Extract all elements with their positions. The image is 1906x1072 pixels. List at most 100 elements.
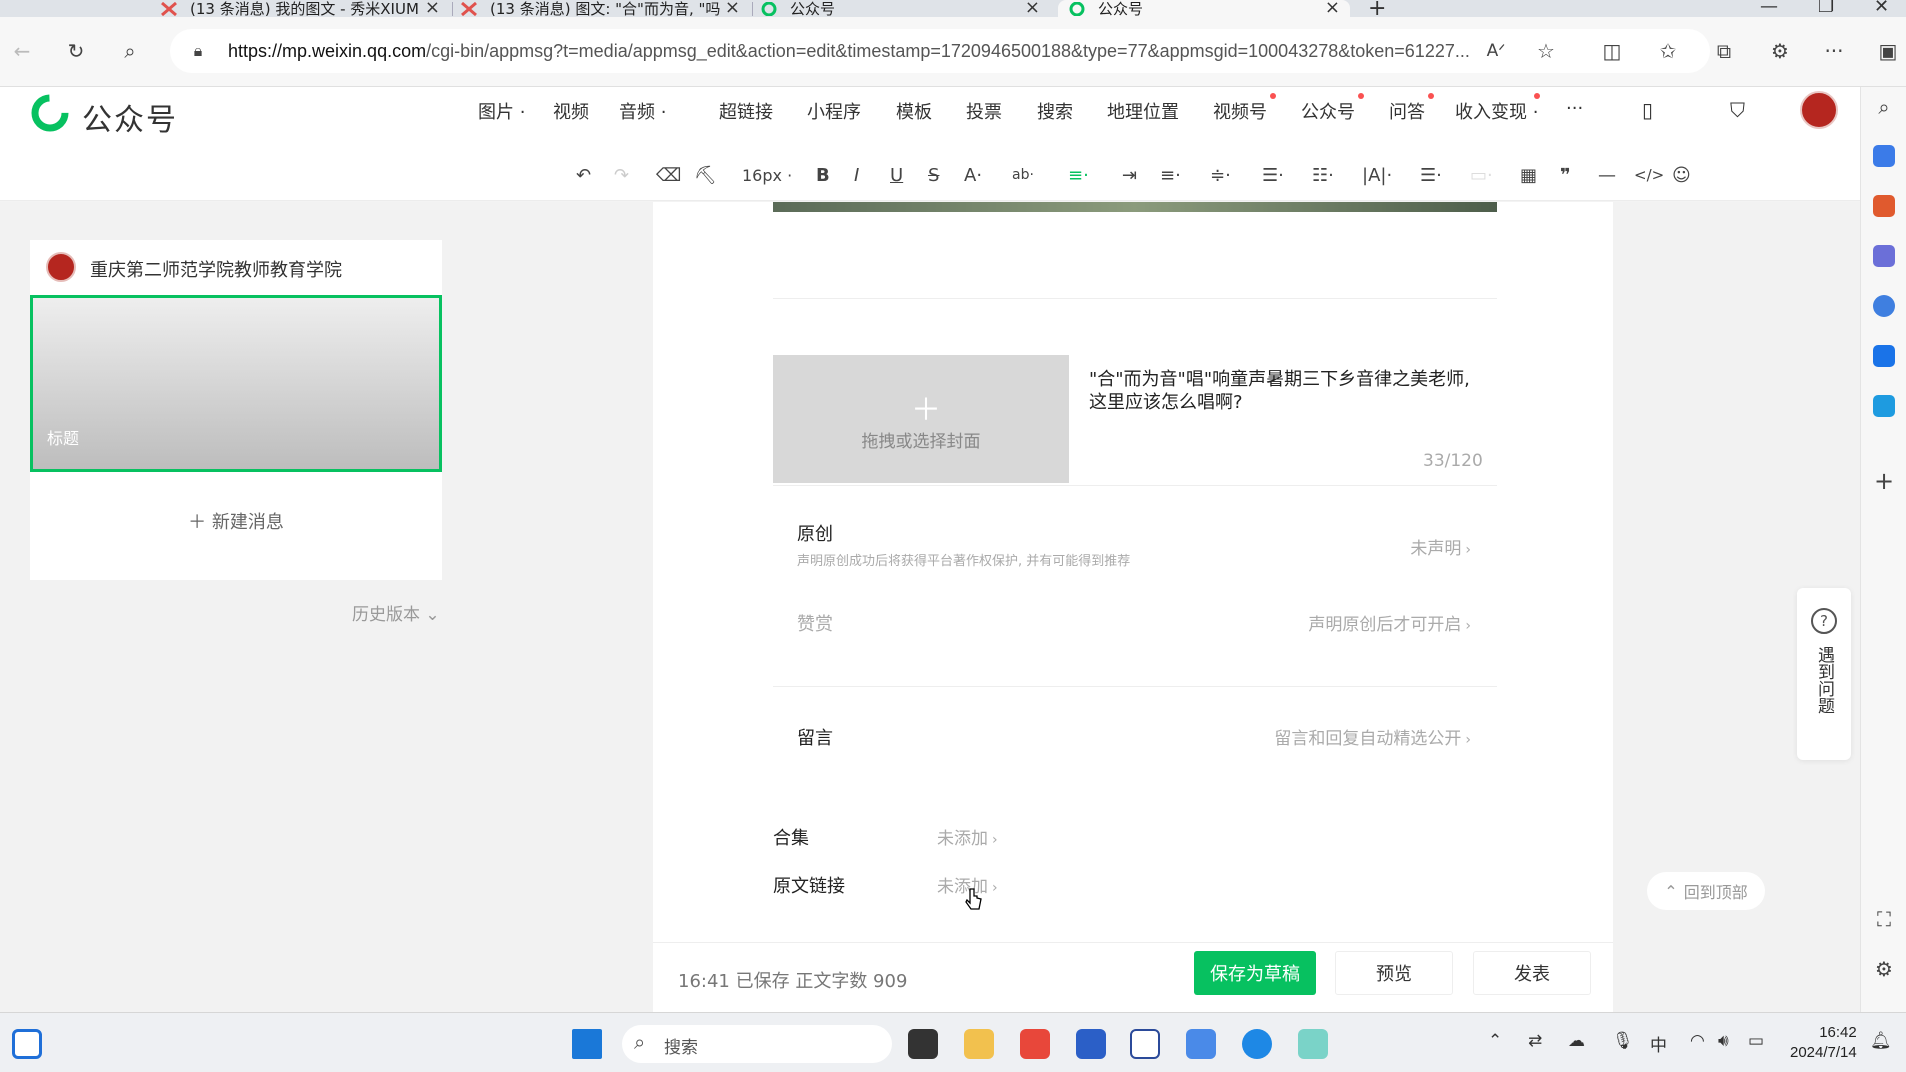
menu-more[interactable]: ··· [1566,98,1583,119]
collections-icon[interactable]: ⧉ [1710,37,1738,65]
menu-mini-program[interactable]: 小程序 [807,98,861,124]
split-screen-icon[interactable]: ◫ [1598,37,1626,65]
widgets-icon[interactable] [12,1029,42,1059]
emoji-icon[interactable]: ☺ [1672,161,1691,189]
ime-indicator[interactable]: 中 [1650,1031,1667,1056]
read-aloud-icon[interactable]: Aᐟ [1482,37,1510,65]
menu-channels[interactable]: 视频号 [1213,98,1267,124]
publish-button[interactable]: 发表 [1473,951,1591,995]
cover-upload[interactable]: ＋ 拖拽或选择封面 [773,355,1069,483]
screenshot-icon[interactable]: ⛶ [1870,905,1898,933]
taskbar-search[interactable]: ⌕ 搜索 [622,1025,892,1063]
divider-line-icon[interactable]: — [1598,161,1616,189]
outlook-icon[interactable] [1873,345,1895,367]
add-icon[interactable]: + [1870,467,1898,495]
minimize-icon[interactable]: — [1760,0,1778,17]
wifi-icon[interactable]: ◠ [1690,1031,1705,1051]
search-icon[interactable]: ⌕ [116,37,144,65]
paragraph-spacing-icon[interactable]: ☰· [1262,161,1284,189]
games-icon[interactable] [1873,245,1895,267]
url-field[interactable]: 🔒︎ https://mp.weixin.qq.com/cgi-bin/appm… [170,29,1710,73]
app-red-icon[interactable] [1020,1029,1050,1059]
sidebar-toggle-icon[interactable]: ▣ [1874,37,1902,65]
collection-value[interactable]: 未添加 › [937,824,998,849]
menu-hyperlink[interactable]: 超链接 [719,98,773,124]
back-icon[interactable]: ← [8,37,36,65]
onedrive-icon[interactable]: ☁ [1568,1031,1585,1051]
battery-icon[interactable]: ▭ [1748,1031,1764,1051]
font-size-select[interactable]: 16px · [742,161,792,189]
sidebar-search-icon[interactable]: ⌕ [1870,93,1898,121]
document-icon[interactable]: ▯ [1642,98,1653,122]
menu-audio[interactable]: 音频 · [619,98,666,124]
align-center-icon[interactable]: ≡· [1160,161,1181,189]
close-icon[interactable]: × [1025,0,1040,17]
browser-tab-xiumi-1[interactable]: (13 条消息) 我的图文 - 秀米XIUM × [160,0,450,17]
snipping-tool-icon[interactable] [1298,1029,1328,1059]
original-value[interactable]: 未声明 › [1410,534,1471,559]
format-painter-icon[interactable]: ⛏ [694,161,717,189]
close-icon[interactable]: × [425,0,440,17]
reload-icon[interactable]: ↻ [62,37,90,65]
clock[interactable]: 16:42 2024/7/14 [1790,1023,1857,1063]
strikethrough-icon[interactable]: S [928,161,939,189]
italic-icon[interactable]: I [854,161,859,189]
send-icon[interactable] [1873,395,1895,417]
comment-value[interactable]: 留言和回复自动精选公开 › [1274,724,1471,749]
browser-tab-xiumi-2[interactable]: (13 条消息) 图文: "合"而为音, "吗 × [460,0,750,17]
browser-tab-mp-1[interactable]: 公众号 × [760,0,1050,17]
more-icon[interactable]: ··· [1820,37,1848,65]
article-thumbnail[interactable]: 标题 [30,295,442,472]
reward-setting-row[interactable]: 赞赏 声明原创后才可开启 › [773,588,1497,676]
brand-title[interactable]: 公众号 [82,95,178,139]
back-to-top-button[interactable]: ⌃ 回到顶部 [1647,872,1765,910]
original-setting-row[interactable]: 原创 声明原创成功后将获得平台著作权保护, 并有可能得到推荐 未声明 › [773,498,1497,588]
quote-icon[interactable]: ❞ [1560,161,1571,189]
bold-icon[interactable]: B [816,161,830,189]
notification-bell-icon[interactable]: 🔔︎ [1870,1031,1892,1051]
tag-icon[interactable] [1873,145,1895,167]
copilot-icon[interactable] [1873,295,1895,317]
extensions-icon[interactable]: ⚙ [1766,37,1794,65]
font-color-icon[interactable]: A· [964,161,982,189]
underline-icon[interactable]: U [890,161,903,189]
menu-vote[interactable]: 投票 [966,98,1002,124]
menu-qa[interactable]: 问答 [1389,98,1425,124]
preview-button[interactable]: 预览 [1335,951,1453,995]
shield-icon[interactable]: ⛉ [1730,98,1745,122]
comment-setting-row[interactable]: 留言 留言和回复自动精选公开 › [773,690,1497,780]
lock-icon[interactable]: 🔒︎ [184,37,212,65]
tray-expand-icon[interactable]: ⌃ [1488,1031,1502,1051]
align-left-icon[interactable]: ≡· [1068,161,1089,189]
table-icon[interactable]: ▦ [1520,161,1537,189]
menu-official-account[interactable]: 公众号 [1301,98,1355,124]
close-icon[interactable]: × [1325,0,1340,17]
eraser-icon[interactable]: ⌫ [656,161,681,189]
close-icon[interactable]: × [725,0,740,17]
toolbox-icon[interactable] [1873,195,1895,217]
indent-spacing-icon[interactable]: ☷· [1312,161,1334,189]
save-draft-button[interactable]: 保存为草稿 [1194,951,1316,995]
new-message-button[interactable]: ＋ 新建消息 [30,508,442,534]
wechat-mp-logo-icon[interactable] [28,91,72,135]
task-view-icon[interactable] [908,1029,938,1059]
avatar[interactable] [1800,91,1838,129]
volume-icon[interactable]: 🔊︎ [1718,1031,1729,1051]
windows-start-icon[interactable] [572,1029,602,1059]
indent-icon[interactable]: ⇥ [1122,161,1137,189]
menu-location[interactable]: 地理位置 [1107,98,1179,124]
history-version-link[interactable]: 历史版本 ⌄ [352,600,440,625]
menu-search[interactable]: 搜索 [1037,98,1073,124]
undo-icon[interactable]: ↶ [576,161,591,189]
line-height-icon[interactable]: ≑· [1210,161,1231,189]
menu-template[interactable]: 模板 [896,98,932,124]
code-icon[interactable]: </> [1634,161,1664,189]
browser-tab-mp-active[interactable]: 公众号 × [1058,0,1350,17]
menu-image[interactable]: 图片 · [478,98,525,124]
list-icon[interactable]: ☰· [1420,161,1442,189]
menu-video[interactable]: 视频 [553,98,589,124]
favorite-star-icon[interactable]: ☆ [1532,37,1560,65]
help-widget[interactable]: ? 遇到问题 [1797,588,1851,760]
tray-switch-icon[interactable]: ⇄ [1528,1031,1542,1051]
reward-value[interactable]: 声明原创后才可开启 › [1308,610,1471,635]
